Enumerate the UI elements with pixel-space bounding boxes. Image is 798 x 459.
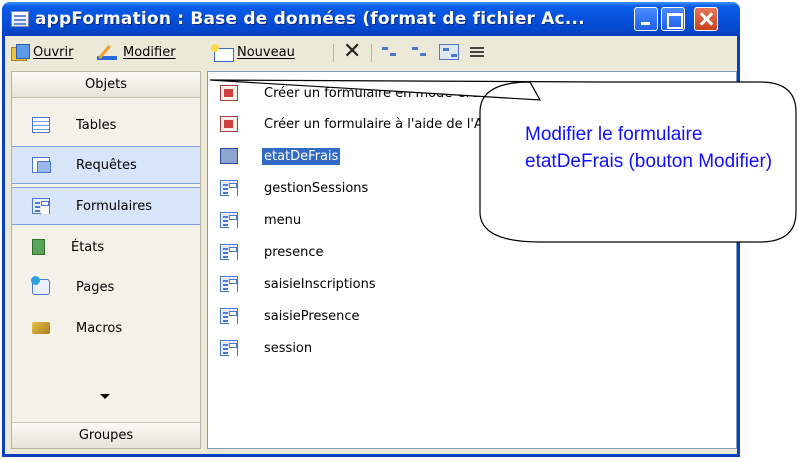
callout-text: Modifier le formulaire etatDeFrais (bout… xyxy=(525,124,773,172)
callout-bubble xyxy=(209,79,797,243)
